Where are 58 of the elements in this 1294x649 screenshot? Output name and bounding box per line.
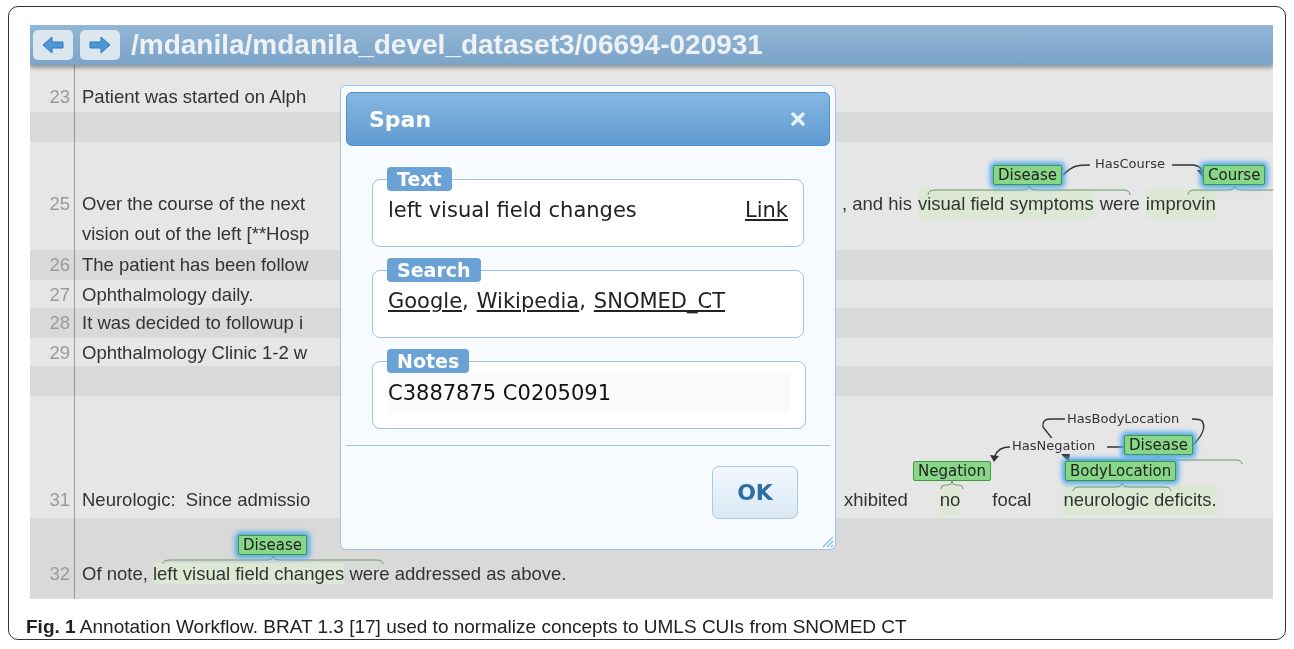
line-number: 27 [49, 284, 70, 305]
relation-label: HasNegation [1012, 438, 1096, 454]
line-text: were [1099, 192, 1140, 216]
entity-label[interactable]: Negation [913, 461, 991, 481]
link[interactable]: Link [745, 195, 788, 227]
dialog-title: Span [369, 105, 432, 134]
line-text: Over the course of the next [82, 193, 306, 214]
annotated-text: improvin [1145, 189, 1216, 219]
search-link[interactable]: SNOMED_CT [593, 286, 725, 318]
back-button[interactable] [33, 30, 73, 60]
line-text: Neurologic: Since admissio [82, 489, 311, 510]
line-text: The patient has been follow [82, 254, 309, 275]
resize-grip-icon [820, 534, 834, 548]
line-number: 26 [49, 254, 70, 275]
annotated-text: visual field symptoms [917, 189, 1094, 219]
entity-label[interactable]: Disease [993, 165, 1062, 185]
line-number: 23 [49, 86, 70, 107]
search-link[interactable]: Wikipedia [476, 286, 580, 318]
relation-label: HasBodyLocation [1067, 411, 1180, 427]
close-button[interactable] [789, 110, 807, 128]
span-bracket [940, 480, 964, 490]
line-number: 25 [49, 193, 70, 214]
annotated-text: neurologic deficits. [1063, 485, 1217, 515]
line-number: 28 [49, 312, 70, 333]
document-path: /mdanila/mdanila_devel_dataset3/06694-020931 [131, 28, 763, 62]
line-text: vision out of the left [**Hosp [82, 222, 311, 246]
arrow-right-icon [88, 35, 112, 55]
figure-caption: Fig. 1 Annotation Workflow. BRAT 1.3 [17] used to normalize concepts to UMLS CUIs from SNOMED CT [26, 615, 908, 639]
separator-text: , [462, 288, 469, 316]
ok-button[interactable]: OK [712, 466, 798, 519]
line-text: It was decided to followup i [82, 312, 304, 333]
line-text: focal [992, 488, 1032, 512]
line-text: were addressed as above. [348, 563, 567, 584]
annotated-text: no [939, 485, 961, 515]
search-link[interactable]: Google [388, 286, 463, 318]
line-text: Patient was started on Alph [82, 86, 307, 107]
line-number: 29 [49, 342, 70, 363]
notes-field[interactable]: C3887875 C0205091 [388, 373, 790, 413]
line-text: xhibited [844, 488, 908, 512]
separator-text: , [579, 288, 586, 316]
section-label: Notes [387, 349, 470, 373]
entity-label[interactable]: Disease [1124, 435, 1193, 455]
line-number: 32 [49, 563, 70, 584]
span-text: left visual field changes [388, 197, 637, 225]
line-text: , and his [842, 192, 912, 216]
close-icon [790, 111, 806, 127]
line-text: Of note, [82, 563, 149, 584]
section-label: Search [387, 258, 481, 282]
line-text: Ophthalmology Clinic 1-2 w [82, 342, 308, 363]
line-number: 31 [49, 489, 70, 510]
arrow-left-icon [41, 35, 65, 55]
line-text: Ophthalmology daily. [82, 284, 254, 305]
forward-button[interactable] [80, 30, 120, 60]
entity-label[interactable]: BodyLocation [1065, 461, 1177, 481]
entity-label[interactable]: Disease [238, 535, 307, 555]
annotated-text: left visual field changes [152, 563, 345, 584]
section-label: Text [387, 167, 452, 191]
entity-label[interactable]: Course [1203, 165, 1266, 185]
